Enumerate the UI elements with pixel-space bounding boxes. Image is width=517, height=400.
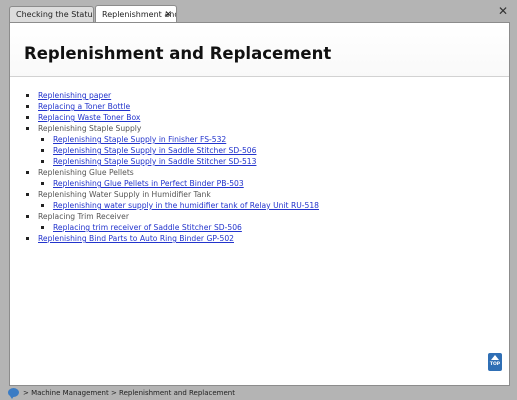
topic-heading: Replenishing Water Supply in Humidifier … (38, 190, 211, 199)
topic-link[interactable]: Replenishing water supply in the humidif… (53, 200, 319, 211)
topic-link[interactable]: Replacing trim receiver of Saddle Stitch… (53, 222, 242, 233)
top-label: TOP (489, 362, 501, 367)
topic-link[interactable]: Replenishing paper (38, 90, 111, 101)
bullet-icon (41, 204, 44, 207)
bullet-icon (26, 237, 29, 240)
breadcrumb: > Machine Management > Replenishment and… (23, 389, 235, 397)
tab-checking-status[interactable]: Checking the Status ... (9, 6, 94, 22)
bullet-icon (41, 226, 44, 229)
topic-link[interactable]: Replacing Waste Toner Box (38, 112, 140, 123)
topic-heading: Replenishing Staple Supply (38, 124, 142, 133)
topic-link[interactable]: Replacing a Toner Bottle (38, 101, 130, 112)
bullet-icon (26, 193, 29, 196)
topic-link[interactable]: Replenishing Bind Parts to Auto Ring Bin… (38, 233, 234, 244)
bullet-icon (26, 127, 29, 130)
tab-bar: Checking the Status ... Replenishment an… (0, 0, 517, 23)
topic-heading: Replenishing Glue Pellets (38, 168, 134, 177)
chat-bubble-icon[interactable] (8, 388, 19, 399)
topic-link[interactable]: Replenishing Staple Supply in Saddle Sti… (53, 156, 256, 167)
back-to-top-button[interactable]: TOP (488, 353, 502, 371)
topic-link[interactable]: Replenishing Staple Supply in Saddle Sti… (53, 145, 256, 156)
page-title: Replenishment and Replacement (24, 44, 332, 63)
topic-heading: Replacing Trim Receiver (38, 212, 129, 221)
arrow-up-icon (491, 355, 499, 360)
bullet-icon (41, 160, 44, 163)
tab-label: Checking the Status ... (16, 10, 93, 19)
topic-link[interactable]: Replenishing Glue Pellets in Perfect Bin… (53, 178, 244, 189)
bullet-icon (26, 94, 29, 97)
bullet-icon (41, 149, 44, 152)
status-bar: > Machine Management > Replenishment and… (0, 386, 517, 400)
bullet-icon (41, 138, 44, 141)
tab-replenishment[interactable]: Replenishment and... ✕ (95, 5, 177, 23)
window-close-icon[interactable]: ✕ (498, 4, 508, 18)
bullet-icon (26, 215, 29, 218)
title-band: Replenishment and Replacement (10, 23, 509, 77)
topic-link[interactable]: Replenishing Staple Supply in Finisher F… (53, 134, 226, 145)
bullet-icon (26, 105, 29, 108)
content-panel: Replenishment and Replacement Replenishi… (9, 22, 510, 386)
bullet-icon (26, 116, 29, 119)
bullet-icon (41, 182, 44, 185)
bullet-icon (26, 171, 29, 174)
tab-close-icon[interactable]: ✕ (164, 6, 172, 23)
